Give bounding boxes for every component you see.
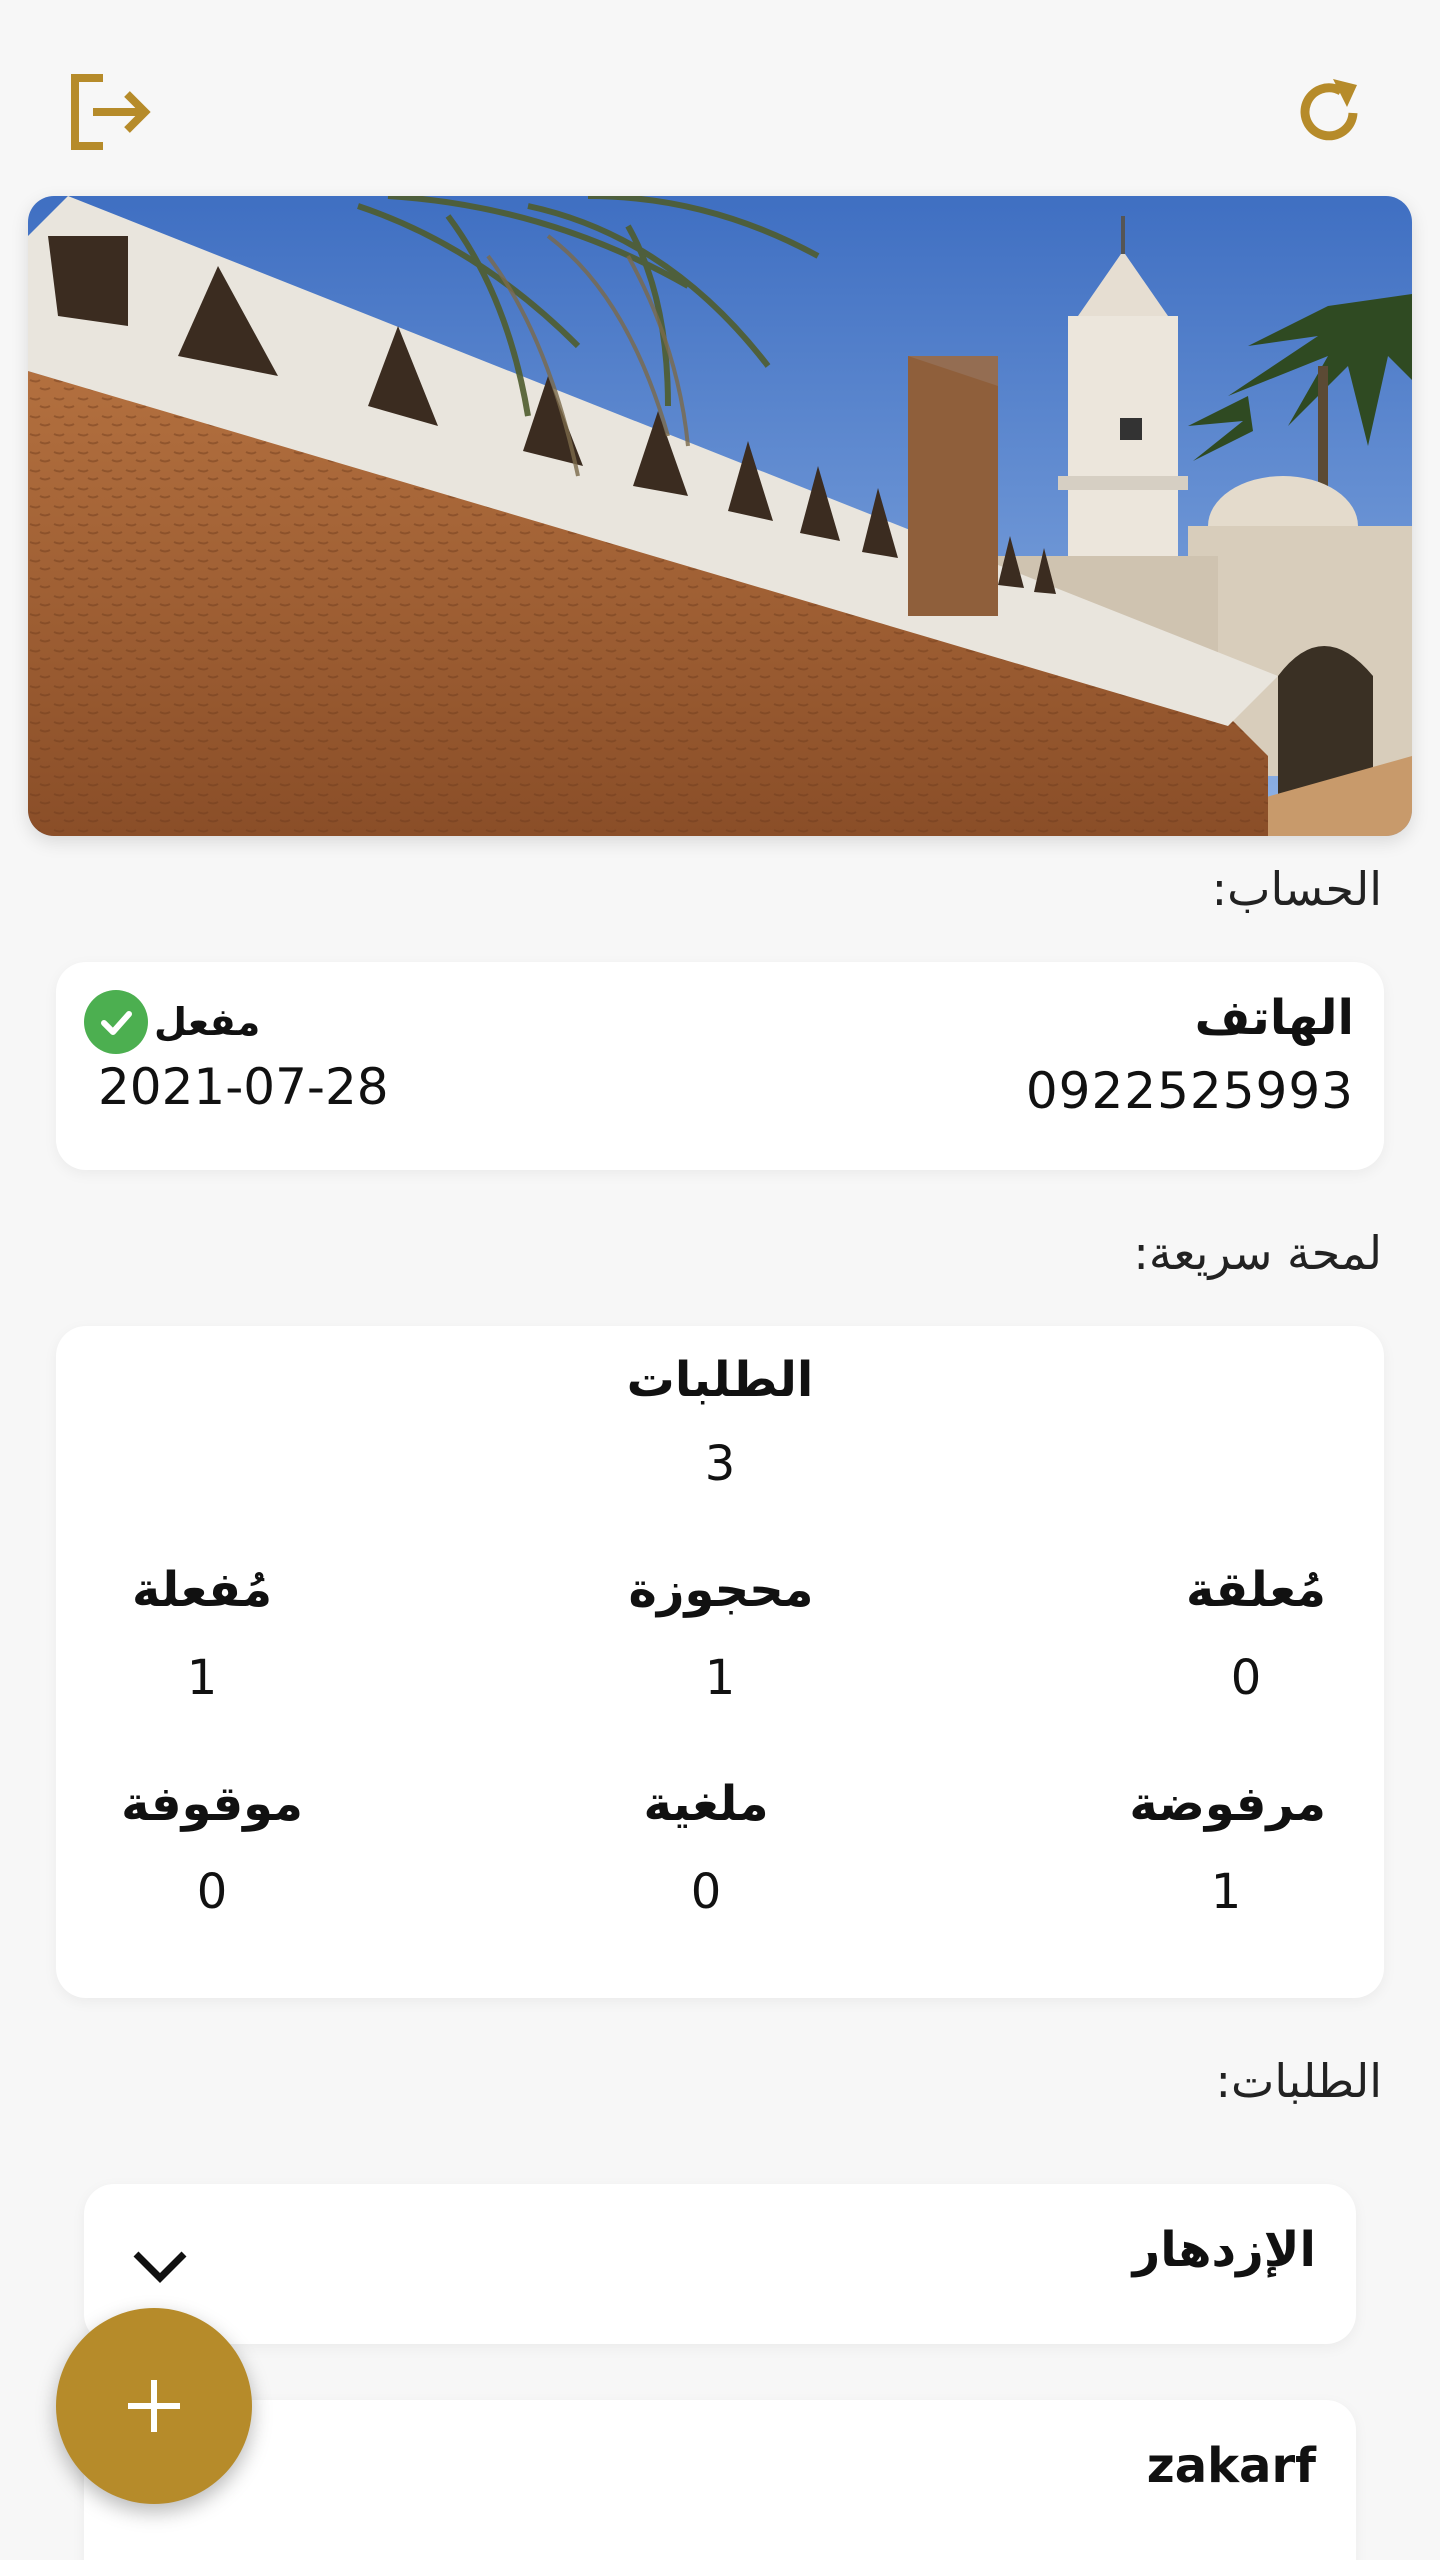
stat-suspended-label: موقوفة bbox=[121, 1776, 303, 1832]
logout-icon bbox=[71, 74, 151, 150]
stat-active-value: 1 bbox=[186, 1650, 218, 1706]
order-item[interactable]: zakarf bbox=[84, 2400, 1356, 2560]
total-orders-value: 3 bbox=[704, 1436, 736, 1492]
hero-image bbox=[28, 196, 1412, 836]
account-section-label: الحساب: bbox=[1211, 862, 1382, 916]
orders-section-label: الطلبات: bbox=[1215, 2054, 1382, 2108]
phone-value: 0922525993 bbox=[1025, 1062, 1354, 1120]
stat-rejected-label: مرفوضة bbox=[1129, 1776, 1326, 1832]
refresh-icon bbox=[1300, 79, 1358, 141]
status-badge: مفعل bbox=[84, 990, 260, 1054]
plus-icon bbox=[128, 2380, 180, 2432]
logout-button[interactable] bbox=[55, 57, 165, 167]
order-name: zakarf bbox=[1146, 2438, 1316, 2494]
stat-reserved-label: محجوزة bbox=[628, 1562, 814, 1618]
activation-date: 2021-07-28 bbox=[98, 1058, 389, 1116]
order-name: الإزدهار bbox=[1132, 2222, 1316, 2278]
stat-cancelled-label: ملغية bbox=[643, 1776, 769, 1832]
add-order-button[interactable] bbox=[56, 2308, 252, 2504]
stat-cancelled-value: 0 bbox=[690, 1864, 722, 1920]
account-card: الهاتف 0922525993 مفعل 2021-07-28 bbox=[56, 962, 1384, 1170]
status-label: مفعل bbox=[154, 1000, 261, 1044]
stat-pending-value: 0 bbox=[1230, 1650, 1262, 1706]
top-app-bar bbox=[0, 0, 1440, 195]
dashboard-screen: الحساب: الهاتف 0922525993 مفعل 2021-07-2… bbox=[0, 0, 1440, 2560]
order-item[interactable]: الإزدهار bbox=[84, 2184, 1356, 2344]
stat-active-label: مُفعلة bbox=[131, 1562, 273, 1618]
check-circle-icon bbox=[84, 990, 148, 1054]
stat-rejected-value: 1 bbox=[1210, 1864, 1242, 1920]
refresh-button[interactable] bbox=[1275, 57, 1385, 167]
stat-suspended-value: 0 bbox=[196, 1864, 228, 1920]
quick-look-section-label: لمحة سريعة: bbox=[1133, 1226, 1382, 1280]
phone-title: الهاتف bbox=[1194, 990, 1354, 1046]
stat-reserved-value: 1 bbox=[704, 1650, 736, 1706]
stat-pending-label: مُعلقة bbox=[1185, 1562, 1326, 1618]
total-orders-label: الطلبات bbox=[626, 1352, 814, 1408]
quick-look-card: الطلبات 3 مُعلقة 0 محجوزة 1 مُفعلة 1 مرف… bbox=[56, 1326, 1384, 1998]
chevron-down-icon[interactable] bbox=[132, 2248, 188, 2288]
